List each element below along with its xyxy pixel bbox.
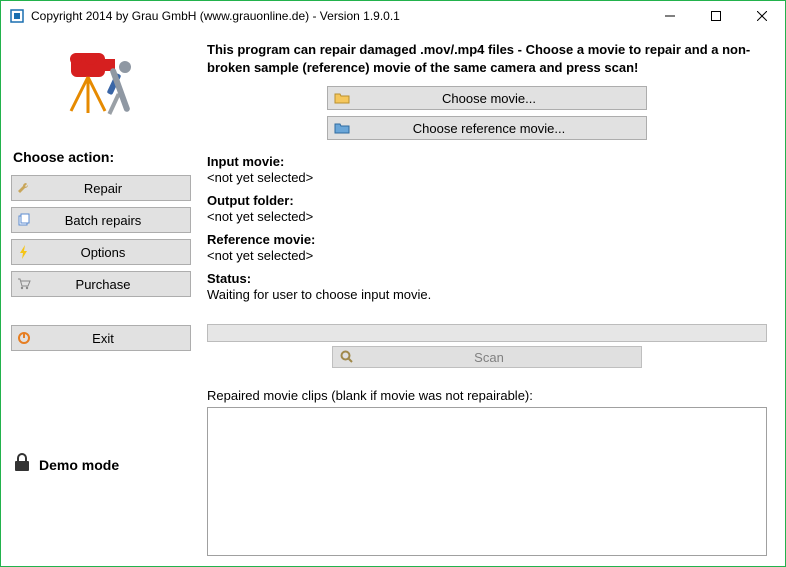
folder-blue-icon: [328, 121, 356, 135]
app-logo: [11, 39, 191, 139]
output-folder-label: Output folder:: [207, 193, 767, 208]
input-movie-value: <not yet selected>: [207, 170, 767, 185]
options-label: Options: [36, 245, 190, 260]
cart-icon: [12, 277, 36, 291]
main-panel: This program can repair damaged .mov/.mp…: [201, 31, 785, 566]
folder-open-icon: [328, 91, 356, 105]
sidebar-heading: Choose action:: [13, 149, 191, 165]
output-folder-value: <not yet selected>: [207, 209, 767, 224]
close-button[interactable]: [739, 1, 785, 31]
progress-bar: [207, 324, 767, 342]
status-value: Waiting for user to choose input movie.: [207, 287, 767, 302]
sidebar: Choose action: Repair Batch repairs: [1, 31, 201, 566]
power-icon: [12, 331, 36, 345]
options-button[interactable]: Options: [11, 239, 191, 265]
wrench-icon: [12, 181, 36, 195]
minimize-button[interactable]: [647, 1, 693, 31]
window-title: Copyright 2014 by Grau GmbH (www.grauonl…: [31, 9, 400, 23]
demo-mode-label: Demo mode: [39, 457, 119, 473]
purchase-label: Purchase: [36, 277, 190, 292]
clips-listbox[interactable]: [207, 407, 767, 556]
exit-label: Exit: [36, 331, 190, 346]
choose-reference-button[interactable]: Choose reference movie...: [327, 116, 647, 140]
status-label: Status:: [207, 271, 767, 286]
choose-movie-label: Choose movie...: [356, 91, 646, 106]
intro-text: This program can repair damaged .mov/.mp…: [207, 41, 767, 76]
choose-movie-button[interactable]: Choose movie...: [327, 86, 647, 110]
reference-movie-label: Reference movie:: [207, 232, 767, 247]
maximize-button[interactable]: [693, 1, 739, 31]
magnifier-icon: [333, 350, 361, 364]
clips-label: Repaired movie clips (blank if movie was…: [207, 388, 767, 403]
batch-repairs-button[interactable]: Batch repairs: [11, 207, 191, 233]
choose-reference-label: Choose reference movie...: [356, 121, 646, 136]
purchase-button[interactable]: Purchase: [11, 271, 191, 297]
scan-label: Scan: [361, 350, 641, 365]
documents-icon: [12, 213, 36, 227]
lock-icon: [13, 453, 31, 476]
lightning-icon: [12, 245, 36, 259]
reference-movie-value: <not yet selected>: [207, 248, 767, 263]
scan-button[interactable]: Scan: [332, 346, 642, 368]
input-movie-label: Input movie:: [207, 154, 767, 169]
demo-mode-area: Demo mode: [11, 449, 191, 556]
batch-label: Batch repairs: [36, 213, 190, 228]
app-icon: [9, 8, 25, 24]
exit-button[interactable]: Exit: [11, 325, 191, 351]
repair-label: Repair: [36, 181, 190, 196]
repair-button[interactable]: Repair: [11, 175, 191, 201]
title-bar: Copyright 2014 by Grau GmbH (www.grauonl…: [1, 1, 785, 31]
app-window: Copyright 2014 by Grau GmbH (www.grauonl…: [0, 0, 786, 567]
